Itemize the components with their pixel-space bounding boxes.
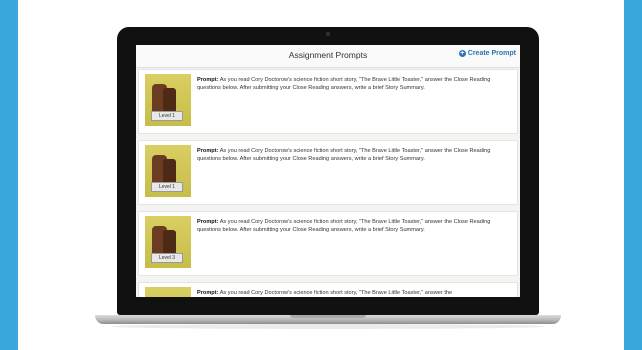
screen-header: Assignment Prompts + Create Prompt	[136, 45, 520, 68]
list-item[interactable]: Level 1 Prompt: As you read Cory Doctoro…	[138, 69, 518, 134]
prompt-label: Prompt:	[197, 219, 219, 225]
prompt-text: Prompt: As you read Cory Doctorow's scie…	[197, 147, 512, 163]
story-thumbnail: Level 3	[145, 216, 191, 268]
create-prompt-button[interactable]: + Create Prompt	[458, 50, 516, 57]
laptop-screen: Assignment Prompts + Create Prompt Level…	[136, 45, 520, 297]
camera-icon	[326, 32, 330, 36]
boot-image	[163, 230, 176, 254]
prompt-text: Prompt: As you read Cory Doctorow's scie…	[197, 218, 512, 234]
story-thumbnail: Level 1	[145, 74, 191, 126]
list-item[interactable]: Level 3 Prompt: As you read Cory Doctoro…	[138, 211, 518, 276]
prompt-body: As you read Cory Doctorow's science fict…	[219, 290, 453, 296]
laptop-shadow	[110, 324, 546, 329]
prompt-text: Prompt: As you read Cory Doctorow's scie…	[197, 289, 512, 297]
prompt-text: Prompt: As you read Cory Doctorow's scie…	[197, 76, 512, 92]
boot-image	[163, 159, 176, 183]
prompt-label: Prompt:	[197, 290, 219, 296]
create-prompt-label: Create Prompt	[467, 50, 516, 57]
prompt-list: Level 1 Prompt: As you read Cory Doctoro…	[136, 69, 520, 297]
laptop-base	[95, 315, 561, 324]
level-badge: Level 1	[151, 182, 183, 192]
laptop-notch	[290, 315, 366, 318]
list-item[interactable]: Level 1 Prompt: As you read Cory Doctoro…	[138, 140, 518, 205]
list-item[interactable]: Prompt: As you read Cory Doctorow's scie…	[138, 282, 518, 297]
prompt-label: Prompt:	[197, 77, 219, 83]
story-thumbnail	[145, 287, 191, 297]
background-card: Assignment Prompts + Create Prompt Level…	[18, 0, 624, 350]
laptop-lid: Assignment Prompts + Create Prompt Level…	[117, 27, 539, 315]
plus-circle-icon: +	[458, 50, 466, 57]
prompt-body: As you read Cory Doctorow's science fict…	[197, 77, 491, 91]
story-thumbnail: Level 1	[145, 145, 191, 197]
prompt-body: As you read Cory Doctorow's science fict…	[197, 148, 491, 162]
level-badge: Level 3	[151, 253, 183, 263]
level-badge: Level 1	[151, 111, 183, 121]
prompt-label: Prompt:	[197, 148, 219, 154]
prompt-body: As you read Cory Doctorow's science fict…	[197, 219, 491, 233]
boot-image	[163, 88, 176, 112]
